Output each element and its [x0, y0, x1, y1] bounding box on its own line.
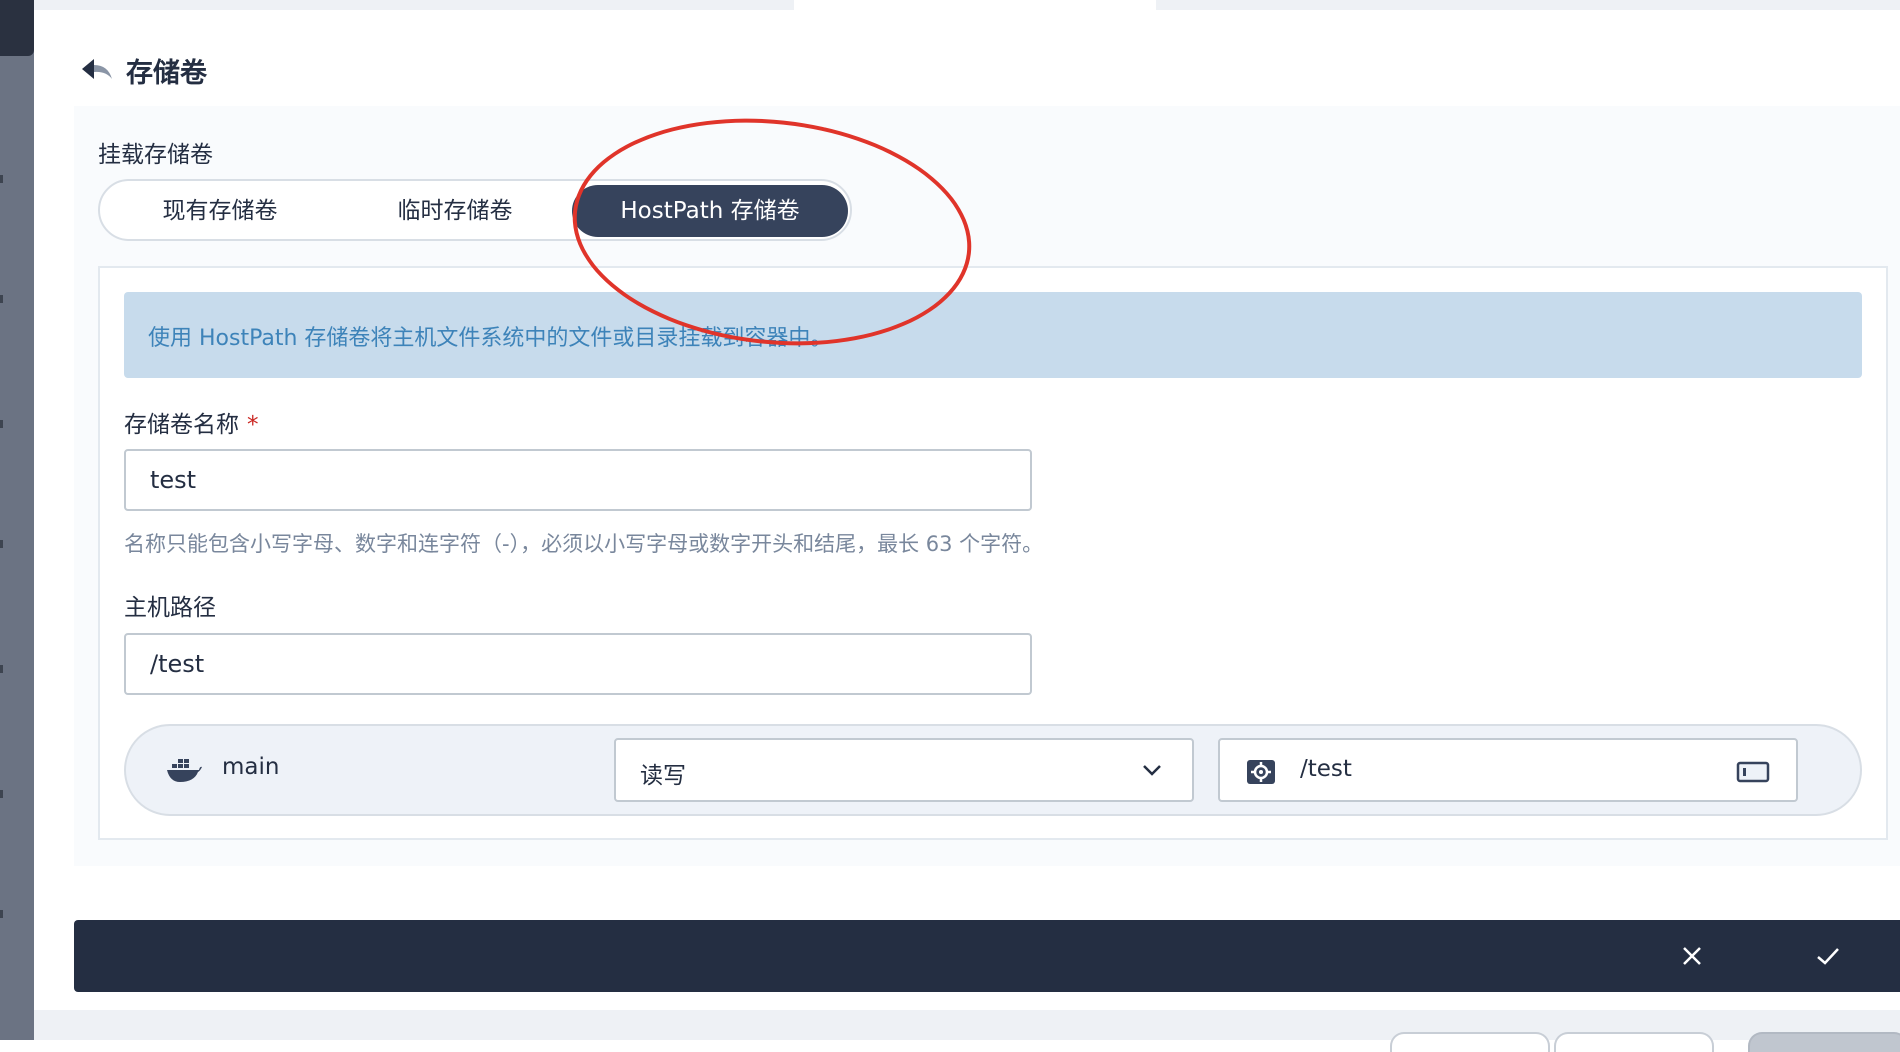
left-sidebar-strip	[0, 0, 34, 1040]
container-mount-row: main 读写 /test	[124, 724, 1862, 816]
close-icon[interactable]	[1674, 938, 1710, 974]
bottom-button-partial[interactable]	[1554, 1032, 1714, 1052]
sidebar-tick	[0, 295, 3, 303]
page-title: 存储卷	[126, 57, 207, 89]
page-header: 存储卷	[80, 52, 207, 89]
check-icon[interactable]	[1810, 938, 1846, 974]
host-path-label: 主机路径	[124, 595, 216, 621]
top-tab-strip	[34, 0, 1900, 10]
sidebar-tick	[0, 175, 3, 183]
bottom-strip	[34, 1010, 1900, 1052]
top-tab-active-segment	[794, 0, 1156, 10]
volume-name-label-text: 存储卷名称	[124, 412, 239, 438]
mount-path-input[interactable]: /test	[1218, 738, 1798, 802]
volume-type-tabs: 现有存储卷 临时存储卷 HostPath 存储卷	[98, 179, 852, 241]
volume-name-hint: 名称只能包含小写字母、数字和连字符（-），必须以小写字母或数字开头和结尾，最长 …	[124, 532, 1044, 556]
access-mode-value: 读写	[640, 763, 686, 789]
sidebar-tick	[0, 420, 3, 428]
container-name: main	[222, 754, 280, 780]
gear-icon	[1246, 758, 1276, 786]
footer-action-bar	[74, 920, 1900, 992]
bottom-button-partial[interactable]	[1390, 1032, 1550, 1052]
bottom-button-partial[interactable]	[1748, 1032, 1900, 1052]
tab-existing-volume[interactable]: 现有存储卷	[120, 185, 320, 237]
info-banner: 使用 HostPath 存储卷将主机文件系统中的文件或目录挂载到容器中。	[124, 292, 1862, 378]
back-arrow-icon[interactable]	[80, 56, 114, 84]
sidebar-tick	[0, 540, 3, 548]
sidebar-tick	[0, 790, 3, 798]
volume-placeholder-icon[interactable]	[1736, 760, 1770, 784]
mount-section-label: 挂载存储卷	[98, 142, 213, 168]
chevron-down-icon	[1142, 762, 1162, 778]
sidebar-tick	[0, 910, 3, 918]
volume-name-input[interactable]: test	[124, 449, 1032, 511]
mount-path-value: /test	[1300, 756, 1352, 782]
volume-name-label: 存储卷名称 *	[124, 405, 259, 439]
sidebar-dark-corner	[0, 0, 34, 56]
access-mode-select[interactable]: 读写	[614, 738, 1194, 802]
host-path-input[interactable]: /test	[124, 633, 1032, 695]
required-mark: *	[247, 412, 259, 438]
tab-hostpath-volume[interactable]: HostPath 存储卷	[572, 185, 848, 237]
docker-icon	[166, 756, 202, 784]
sidebar-tick	[0, 665, 3, 673]
tab-temporary-volume[interactable]: 临时存储卷	[355, 185, 555, 237]
info-text: 使用 HostPath 存储卷将主机文件系统中的文件或目录挂载到容器中。	[148, 326, 833, 351]
